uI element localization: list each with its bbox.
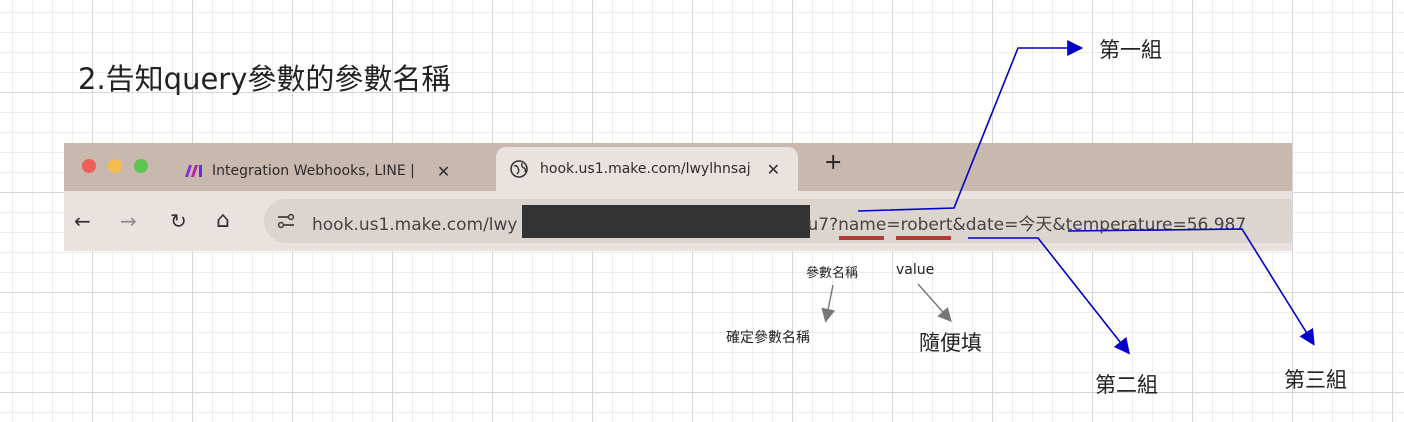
label-param-name-confirm: 確定參數名稱: [726, 330, 810, 346]
label-value: value: [896, 262, 935, 278]
label-group3: 第三組: [1284, 368, 1347, 392]
arrow-group1: [857, 40, 1084, 212]
arrow-param-name: [821, 284, 836, 323]
label-group2: 第二組: [1095, 373, 1158, 397]
label-value-any: 隨便填: [919, 331, 982, 355]
arrow-group2: [968, 237, 1130, 355]
annotation-arrows: [821, 40, 1315, 355]
arrow-value: [917, 283, 952, 323]
label-group1: 第一組: [1099, 38, 1162, 62]
label-param-name: 參數名稱: [806, 266, 859, 281]
arrow-group3: [1067, 228, 1315, 346]
